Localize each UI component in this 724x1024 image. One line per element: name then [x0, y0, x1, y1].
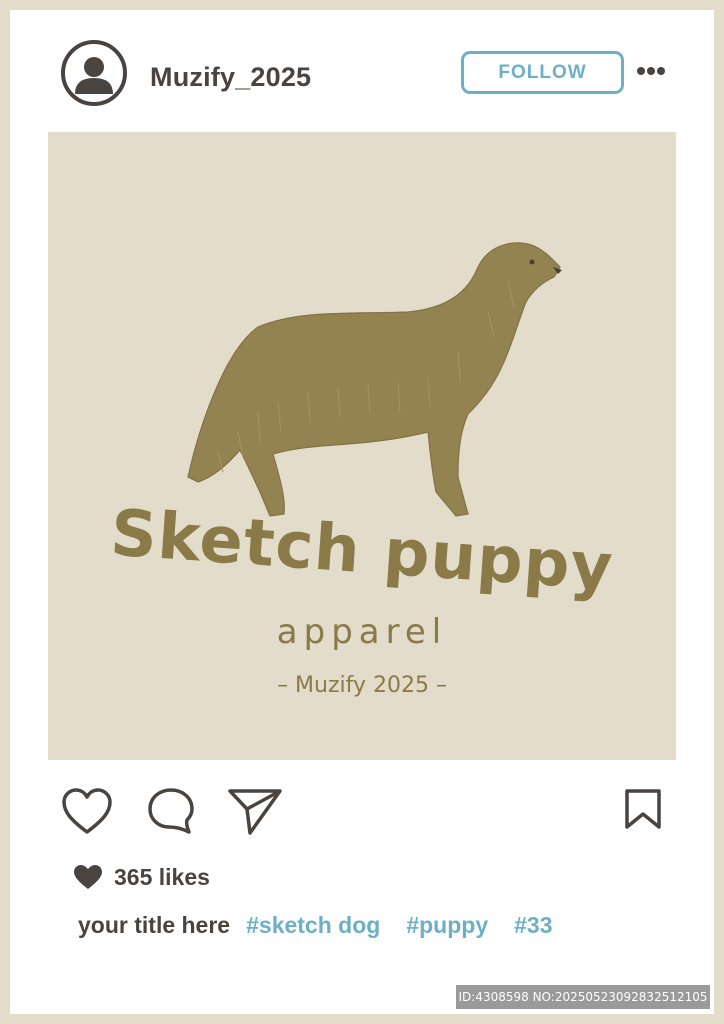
caption-title: your title here [78, 912, 231, 938]
heart-outline-icon[interactable] [61, 788, 113, 836]
user-avatar-icon [75, 57, 113, 94]
speech-bubble-icon[interactable] [147, 787, 195, 835]
username[interactable]: Muzify_2025 [150, 62, 311, 93]
brand-credit: – Muzify 2025 – [277, 673, 447, 698]
avatar[interactable] [61, 40, 127, 106]
paper-plane-icon[interactable] [228, 787, 282, 835]
follow-button[interactable]: FOLLOW [461, 51, 624, 94]
caption: your title here #sketch dog #puppy #33 [78, 912, 578, 939]
sketch-dog-illustration [187, 242, 562, 517]
brand-subtitle: apparel [276, 612, 448, 652]
heart-filled-icon [74, 865, 102, 889]
post-image[interactable]: Sketch puppy apparel – Muzify 2025 – [48, 132, 676, 760]
likes-count[interactable]: 365 likes [114, 864, 210, 891]
hashtag-33[interactable]: #33 [514, 912, 552, 939]
hashtag-sketch-dog[interactable]: #sketch dog [246, 912, 380, 939]
more-horizontal-icon[interactable] [636, 63, 666, 79]
hashtag-puppy[interactable]: #puppy [406, 912, 488, 939]
watermark-logo: 昵享网 www.nipic.cn [14, 988, 196, 1009]
watermark-id: ID:4308598 NO:20250523092832512105 [456, 985, 710, 1009]
bookmark-icon[interactable] [624, 788, 662, 830]
